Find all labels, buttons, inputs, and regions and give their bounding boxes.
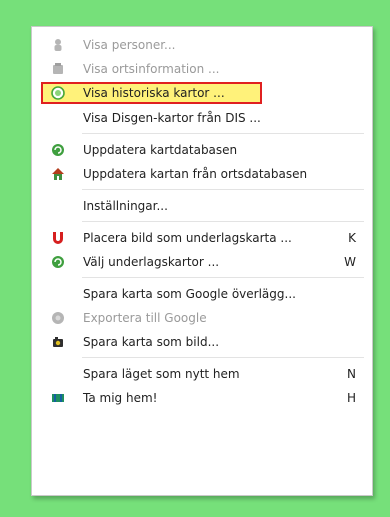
menu-item-uppdatera-kartan[interactable]: Uppdatera kartan från ortsdatabasen	[42, 163, 364, 185]
menu-item-visa-historiska-kartor[interactable]: Visa historiska kartor ...	[41, 82, 262, 104]
menu-item-visa-personer[interactable]: Visa personer...	[42, 34, 364, 56]
shortcut-key: N	[347, 367, 356, 381]
home-flag-icon	[52, 394, 64, 402]
menu-item-label: Spara karta som Google överlägg...	[83, 287, 296, 301]
shortcut-key: H	[346, 391, 356, 405]
menu-item-label: Visa personer...	[83, 38, 176, 52]
menu-item-label: Exportera till Google	[83, 311, 207, 325]
menu-item-valj-underlagskartor[interactable]: Välj underlagskartor ... W	[42, 251, 364, 273]
menu-item-label: Visa Disgen-kartor från DIS ...	[83, 111, 261, 125]
menu-item-spara-google-overlagg[interactable]: Spara karta som Google överlägg...	[42, 283, 364, 305]
layers-icon	[52, 256, 64, 268]
menu-item-label: Välj underlagskartor ...	[83, 255, 220, 269]
menu-item-spara-karta-bild[interactable]: Spara karta som bild...	[42, 331, 364, 353]
menu-separator	[82, 221, 364, 222]
person-icon	[54, 39, 62, 51]
menu-item-spara-laget-hem[interactable]: Spara läget som nytt hem N	[42, 363, 364, 385]
menu-item-placera-bild[interactable]: Placera bild som underlagskarta ... K	[42, 227, 364, 249]
menu-item-ta-mig-hem[interactable]: Ta mig hem! H	[42, 387, 364, 409]
menu-separator	[82, 277, 364, 278]
camera-icon	[53, 337, 63, 347]
menu-item-label: Uppdatera kartdatabasen	[83, 143, 238, 157]
magnet-icon	[53, 232, 63, 244]
google-export-icon	[52, 312, 64, 324]
menu-item-label: Inställningar...	[83, 199, 168, 213]
map-database-refresh-icon	[52, 144, 64, 156]
menu-item-label: Spara läget som nytt hem	[83, 367, 240, 381]
menu-item-label: Uppdatera kartan från ortsdatabasen	[83, 167, 308, 181]
menu-item-label: Spara karta som bild...	[83, 335, 220, 349]
menu-separator	[82, 133, 364, 134]
menu-separator	[82, 357, 364, 358]
info-icon	[53, 63, 63, 74]
context-menu: Visa personer... Visa ortsinformation ..…	[31, 26, 373, 496]
house-refresh-icon	[52, 168, 64, 180]
menu-item-visa-disgen-kartor[interactable]: Visa Disgen-kartor från DIS ...	[42, 107, 364, 129]
menu-item-exportera-google[interactable]: Exportera till Google	[42, 307, 364, 329]
shortcut-key: K	[348, 231, 356, 245]
menu-item-label: Visa ortsinformation ...	[83, 62, 220, 76]
menu-item-label: Ta mig hem!	[83, 391, 158, 405]
menu-item-label: Visa historiska kartor ...	[83, 86, 225, 100]
menu-separator	[82, 189, 364, 190]
menu-item-uppdatera-kartdatabasen[interactable]: Uppdatera kartdatabasen	[42, 139, 364, 161]
menu-item-label: Placera bild som underlagskarta ...	[83, 231, 292, 245]
shortcut-key: W	[344, 255, 356, 269]
historic-map-icon	[51, 86, 65, 100]
menu-item-installningar[interactable]: Inställningar...	[42, 195, 364, 217]
menu-item-visa-ortsinformation[interactable]: Visa ortsinformation ...	[42, 58, 364, 80]
